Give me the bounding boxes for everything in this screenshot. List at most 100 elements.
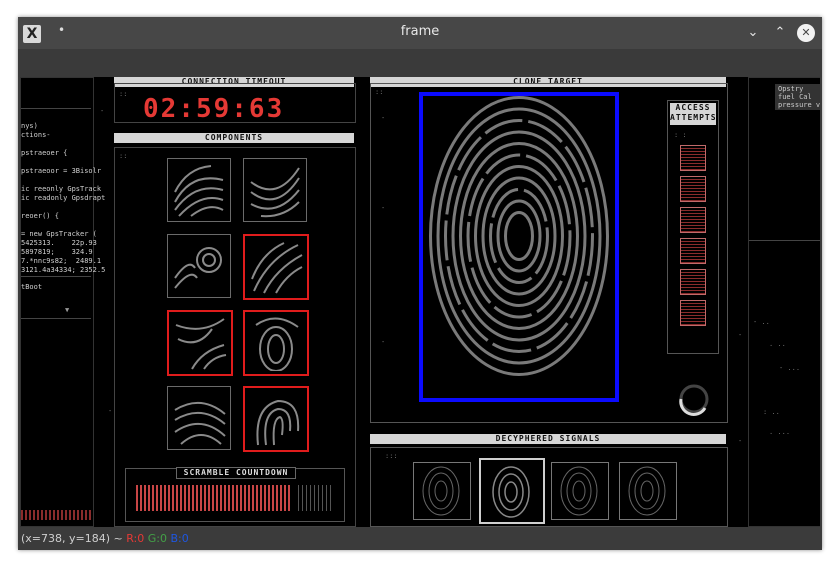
panel-id: :: [119, 90, 128, 98]
signal-thumbnail-selected[interactable] [479, 458, 545, 524]
maximize-button[interactable]: ⌃ [771, 24, 789, 42]
countdown-display: 02:59:63 [143, 94, 285, 124]
scramble-countdown-panel: SCRAMBLE COUNTDOWN [125, 467, 345, 522]
code-line: 5425313. 22p.93 [21, 239, 97, 247]
image-canvas[interactable]: nys) ctions- pstraeoer { pstraeoor = 3Bis… [20, 77, 820, 527]
fingerprint-icon [256, 399, 300, 446]
info-popup: Opstry fuel Cal pressure vol [775, 84, 820, 110]
fingerprint-target-icon [429, 96, 609, 376]
code-fragment: . .. [769, 340, 786, 348]
fingerprint-ridge [436, 107, 602, 365]
scramble-countdown-header: SCRAMBLE COUNTDOWN [176, 467, 296, 479]
divider [21, 276, 91, 277]
toolbar [18, 49, 822, 77]
dropdown-arrow-icon[interactable]: ▼ [21, 306, 69, 315]
code-line: pstraeoor = 3Bisolr [21, 167, 102, 175]
code-line: nys) [21, 122, 38, 130]
side-tick: - [381, 114, 386, 122]
code-line: ctions- [21, 131, 51, 139]
title-bar: X • frame ⌄ ⌃ ✕ [18, 17, 822, 49]
side-tick: - [738, 437, 743, 445]
connection-timeout-panel: :: 02:59:63 [114, 83, 356, 124]
side-tick: - [738, 331, 743, 339]
divider [21, 108, 91, 109]
component-tile-flagged[interactable] [167, 310, 233, 376]
divider [749, 240, 820, 241]
attempt-slot [680, 300, 706, 326]
signal-thumbnail[interactable] [413, 462, 471, 520]
code-line: 3121.4a34334; 2352.5 [21, 266, 106, 274]
attempt-slot [680, 269, 706, 295]
fingerprint-icon [175, 318, 227, 370]
panel-id: :: [119, 152, 128, 160]
target-frame[interactable] [419, 92, 619, 402]
scramble-bars [136, 485, 292, 511]
side-tick: - [108, 407, 113, 415]
code-line: ic reeonly GpsTrack [21, 185, 102, 193]
code-fragment: - .. [753, 318, 770, 326]
right-code-pane: Opstry fuel Cal pressure vol - .. . .. -… [748, 77, 820, 527]
pixel-green-value: G:0 [147, 532, 167, 545]
minimize-button[interactable]: ⌄ [744, 24, 762, 42]
component-tile-flagged[interactable] [243, 386, 309, 452]
attempt-slot [680, 176, 706, 202]
panel-id: ::: [385, 452, 398, 460]
code-line: 5897819; 324.9 [21, 248, 93, 256]
components-panel: :: SCRAMBLE COUNTDOWN [114, 147, 356, 527]
loading-spinner-icon [679, 384, 709, 416]
code-block: nys) ctions- pstraeoer { pstraeoor = 3Bis… [21, 122, 105, 275]
code-fragment: : .. [763, 408, 780, 416]
code-fragment: - ... [779, 364, 801, 372]
component-tile-flagged[interactable] [243, 310, 309, 376]
pixel-red-value: R:0 [126, 532, 145, 545]
component-tile[interactable] [243, 158, 307, 222]
fingerprint-icon [628, 466, 666, 516]
code-fragment: . ... [769, 428, 791, 436]
fingerprint-icon [174, 402, 226, 445]
fingerprint-icon [250, 167, 300, 218]
left-code-pane: nys) ctions- pstraeoer { pstraeoor = 3Bis… [20, 77, 105, 527]
fingerprint-ridge [481, 176, 557, 296]
fingerprint-ridge [429, 96, 609, 376]
fingerprint-icon [174, 247, 222, 289]
component-tile[interactable] [167, 386, 231, 450]
fingerprint-icon [251, 242, 303, 294]
signal-thumbnail[interactable] [619, 462, 677, 520]
cursor-coordinates: (x=738, y=184) ~ [21, 532, 123, 545]
fingerprint-icon [174, 165, 224, 217]
code-line: 7.*nnc9s82; 2489.1 [21, 257, 102, 265]
code-line: ic readonly Gpsdrapt [21, 194, 106, 202]
fingerprint-ridge [459, 142, 579, 330]
window-title: frame [400, 24, 440, 39]
attempt-slot [680, 207, 706, 233]
component-tile-flagged[interactable] [243, 234, 309, 300]
component-tile[interactable] [167, 158, 231, 222]
side-tick: - [381, 204, 386, 212]
component-tile[interactable] [167, 234, 231, 298]
panel-id: :: [375, 88, 384, 96]
status-bar: (x=738, y=184) ~ R:0 G:0 B:0 [18, 527, 822, 550]
fingerprint-ridge [451, 130, 587, 342]
fingerprint-ridge [504, 211, 534, 261]
signal-thumbnails [413, 458, 703, 524]
fingerprint-icon [560, 466, 598, 516]
app-window: X • frame ⌄ ⌃ ✕ nys) ctions- pstraeoer { … [18, 17, 822, 550]
side-tick: - [100, 107, 105, 115]
access-attempts-header: ACCESS ATTEMPTS [670, 103, 716, 125]
clone-target-panel: :: - - - ACCESS ATTEMPTS : : [370, 83, 728, 423]
code-line: pstraeoer { [21, 149, 68, 157]
close-button[interactable]: ✕ [797, 24, 815, 42]
code-line: reoer() { [21, 212, 59, 220]
panel-id: : : [674, 131, 687, 139]
fingerprint-ridge [474, 165, 564, 307]
red-strip [21, 510, 91, 520]
access-attempts-panel: ACCESS ATTEMPTS : : [667, 100, 719, 354]
signal-thumbnail[interactable] [551, 462, 609, 520]
code-line: = new GpsTracker ( [21, 230, 97, 238]
boot-label: tBoot [21, 283, 43, 291]
